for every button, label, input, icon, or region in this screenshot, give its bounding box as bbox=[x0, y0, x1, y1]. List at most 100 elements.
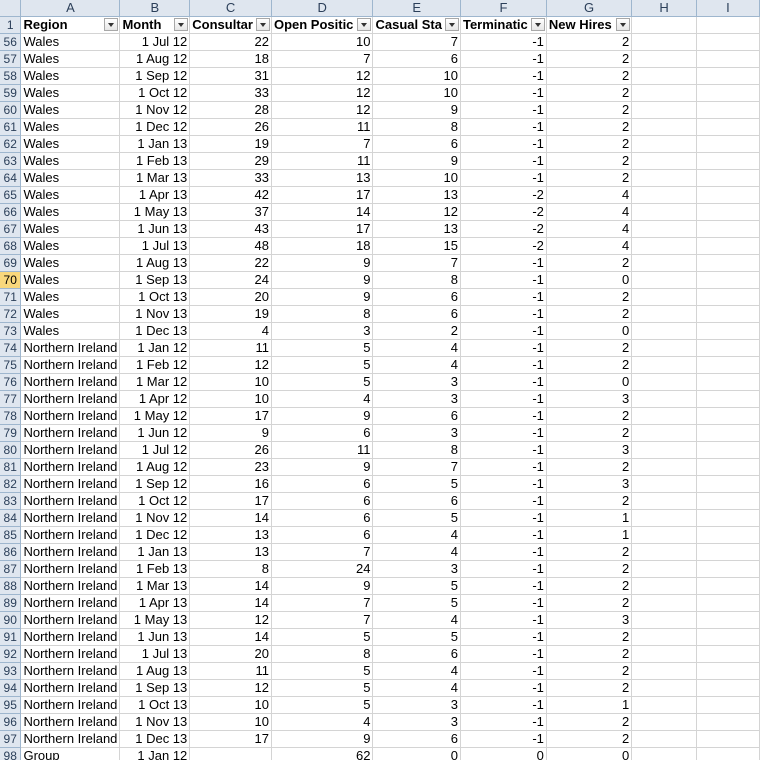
cell-e[interactable]: 7 bbox=[372, 33, 461, 51]
cell-g[interactable]: 1 bbox=[546, 696, 633, 714]
row-number[interactable]: 98 bbox=[0, 747, 22, 760]
cell-a[interactable]: Northern Ireland bbox=[20, 730, 121, 748]
row-number[interactable]: 72 bbox=[0, 305, 22, 323]
empty-cell[interactable] bbox=[631, 101, 697, 119]
cell-c[interactable]: 9 bbox=[189, 424, 272, 442]
cell-b[interactable]: 1 Mar 13 bbox=[119, 577, 191, 595]
cell-b[interactable]: 1 Aug 13 bbox=[119, 662, 191, 680]
row-number[interactable]: 70 bbox=[0, 271, 22, 289]
cell-e[interactable]: 4 bbox=[372, 339, 461, 357]
cell-b[interactable]: 1 Nov 12 bbox=[119, 101, 191, 119]
cell-c[interactable]: 10 bbox=[189, 696, 272, 714]
row-number[interactable]: 65 bbox=[0, 186, 22, 204]
cell-f[interactable]: -1 bbox=[460, 560, 547, 578]
cell-c[interactable]: 22 bbox=[189, 33, 272, 51]
cell-f[interactable]: -1 bbox=[460, 118, 547, 136]
empty-cell[interactable] bbox=[696, 84, 760, 102]
cell-c[interactable]: 12 bbox=[189, 611, 272, 629]
cell-c[interactable]: 11 bbox=[189, 662, 272, 680]
cell-c[interactable]: 23 bbox=[189, 458, 272, 476]
cell-c[interactable]: 14 bbox=[189, 594, 272, 612]
cell-f[interactable]: -1 bbox=[460, 305, 547, 323]
cell-c[interactable]: 48 bbox=[189, 237, 272, 255]
cell-b[interactable]: 1 Feb 12 bbox=[119, 356, 191, 374]
empty-cell[interactable] bbox=[696, 135, 760, 153]
row-number[interactable]: 85 bbox=[0, 526, 22, 544]
column-header-e[interactable]: E bbox=[372, 0, 461, 17]
empty-cell[interactable] bbox=[631, 577, 697, 595]
cell-g[interactable]: 3 bbox=[546, 390, 633, 408]
empty-cell[interactable] bbox=[696, 220, 760, 238]
cell-d[interactable]: 5 bbox=[271, 339, 374, 357]
cell-g[interactable]: 2 bbox=[546, 560, 633, 578]
cell-d[interactable]: 62 bbox=[271, 747, 374, 760]
cell-b[interactable]: 1 Dec 13 bbox=[119, 730, 191, 748]
row-number[interactable]: 67 bbox=[0, 220, 22, 238]
cell-f[interactable]: -1 bbox=[460, 254, 547, 272]
row-number[interactable]: 74 bbox=[0, 339, 22, 357]
cell-f[interactable]: -2 bbox=[460, 186, 547, 204]
cell-f[interactable]: -1 bbox=[460, 424, 547, 442]
row-number[interactable]: 92 bbox=[0, 645, 22, 663]
cell-b[interactable]: 1 Mar 13 bbox=[119, 169, 191, 187]
filter-dropdown-icon[interactable] bbox=[104, 18, 119, 31]
row-number[interactable]: 77 bbox=[0, 390, 22, 408]
column-header-b[interactable]: B bbox=[119, 0, 191, 17]
cell-f[interactable]: 0 bbox=[460, 747, 547, 760]
empty-cell[interactable] bbox=[631, 203, 697, 221]
cell-g[interactable]: 2 bbox=[546, 492, 633, 510]
empty-cell[interactable] bbox=[631, 356, 697, 374]
cell-e[interactable]: 3 bbox=[372, 390, 461, 408]
empty-cell[interactable] bbox=[631, 594, 697, 612]
empty-cell[interactable] bbox=[696, 662, 760, 680]
cell-f[interactable]: -1 bbox=[460, 679, 547, 697]
cell-a[interactable]: Wales bbox=[20, 203, 121, 221]
cell-d[interactable]: 9 bbox=[271, 407, 374, 425]
header-consultants[interactable]: Consultar bbox=[189, 16, 272, 34]
row-number[interactable]: 71 bbox=[0, 288, 22, 306]
column-header-d[interactable]: D bbox=[271, 0, 374, 17]
cell-c[interactable]: 10 bbox=[189, 713, 272, 731]
cell-g[interactable]: 4 bbox=[546, 203, 633, 221]
cell-d[interactable]: 7 bbox=[271, 135, 374, 153]
empty-cell[interactable] bbox=[631, 271, 697, 289]
cell-b[interactable]: 1 Jul 12 bbox=[119, 33, 191, 51]
row-number[interactable]: 87 bbox=[0, 560, 22, 578]
column-header-g[interactable]: G bbox=[546, 0, 633, 17]
cell-a[interactable]: Wales bbox=[20, 288, 121, 306]
cell-d[interactable]: 5 bbox=[271, 373, 374, 391]
cell-a[interactable]: Northern Ireland bbox=[20, 645, 121, 663]
cell-d[interactable]: 6 bbox=[271, 526, 374, 544]
empty-cell[interactable] bbox=[696, 67, 760, 85]
empty-cell[interactable] bbox=[696, 730, 760, 748]
cell-e[interactable]: 4 bbox=[372, 662, 461, 680]
cell-a[interactable]: Northern Ireland bbox=[20, 526, 121, 544]
empty-cell[interactable] bbox=[631, 628, 697, 646]
empty-cell[interactable] bbox=[631, 696, 697, 714]
cell-g[interactable]: 2 bbox=[546, 152, 633, 170]
empty-cell[interactable] bbox=[631, 237, 697, 255]
cell-e[interactable]: 6 bbox=[372, 645, 461, 663]
cell-b[interactable]: 1 Oct 13 bbox=[119, 696, 191, 714]
cell-b[interactable]: 1 Oct 12 bbox=[119, 84, 191, 102]
cell-f[interactable]: -1 bbox=[460, 407, 547, 425]
cell-c[interactable]: 20 bbox=[189, 288, 272, 306]
row-number[interactable]: 82 bbox=[0, 475, 22, 493]
cell-g[interactable]: 2 bbox=[546, 84, 633, 102]
cell-a[interactable]: Northern Ireland bbox=[20, 509, 121, 527]
empty-cell[interactable] bbox=[696, 543, 760, 561]
cell-g[interactable]: 2 bbox=[546, 118, 633, 136]
empty-cell[interactable] bbox=[631, 645, 697, 663]
empty-cell[interactable] bbox=[631, 339, 697, 357]
cell-c[interactable]: 12 bbox=[189, 356, 272, 374]
cell-e[interactable]: 2 bbox=[372, 322, 461, 340]
row-number[interactable]: 88 bbox=[0, 577, 22, 595]
cell-f[interactable]: -1 bbox=[460, 339, 547, 357]
cell-c[interactable]: 31 bbox=[189, 67, 272, 85]
cell-a[interactable]: Northern Ireland bbox=[20, 407, 121, 425]
empty-cell[interactable] bbox=[631, 611, 697, 629]
cell-b[interactable]: 1 Jun 13 bbox=[119, 628, 191, 646]
row-number[interactable]: 93 bbox=[0, 662, 22, 680]
header-new-hires[interactable]: New Hires bbox=[546, 16, 633, 34]
cell-g[interactable]: 2 bbox=[546, 679, 633, 697]
